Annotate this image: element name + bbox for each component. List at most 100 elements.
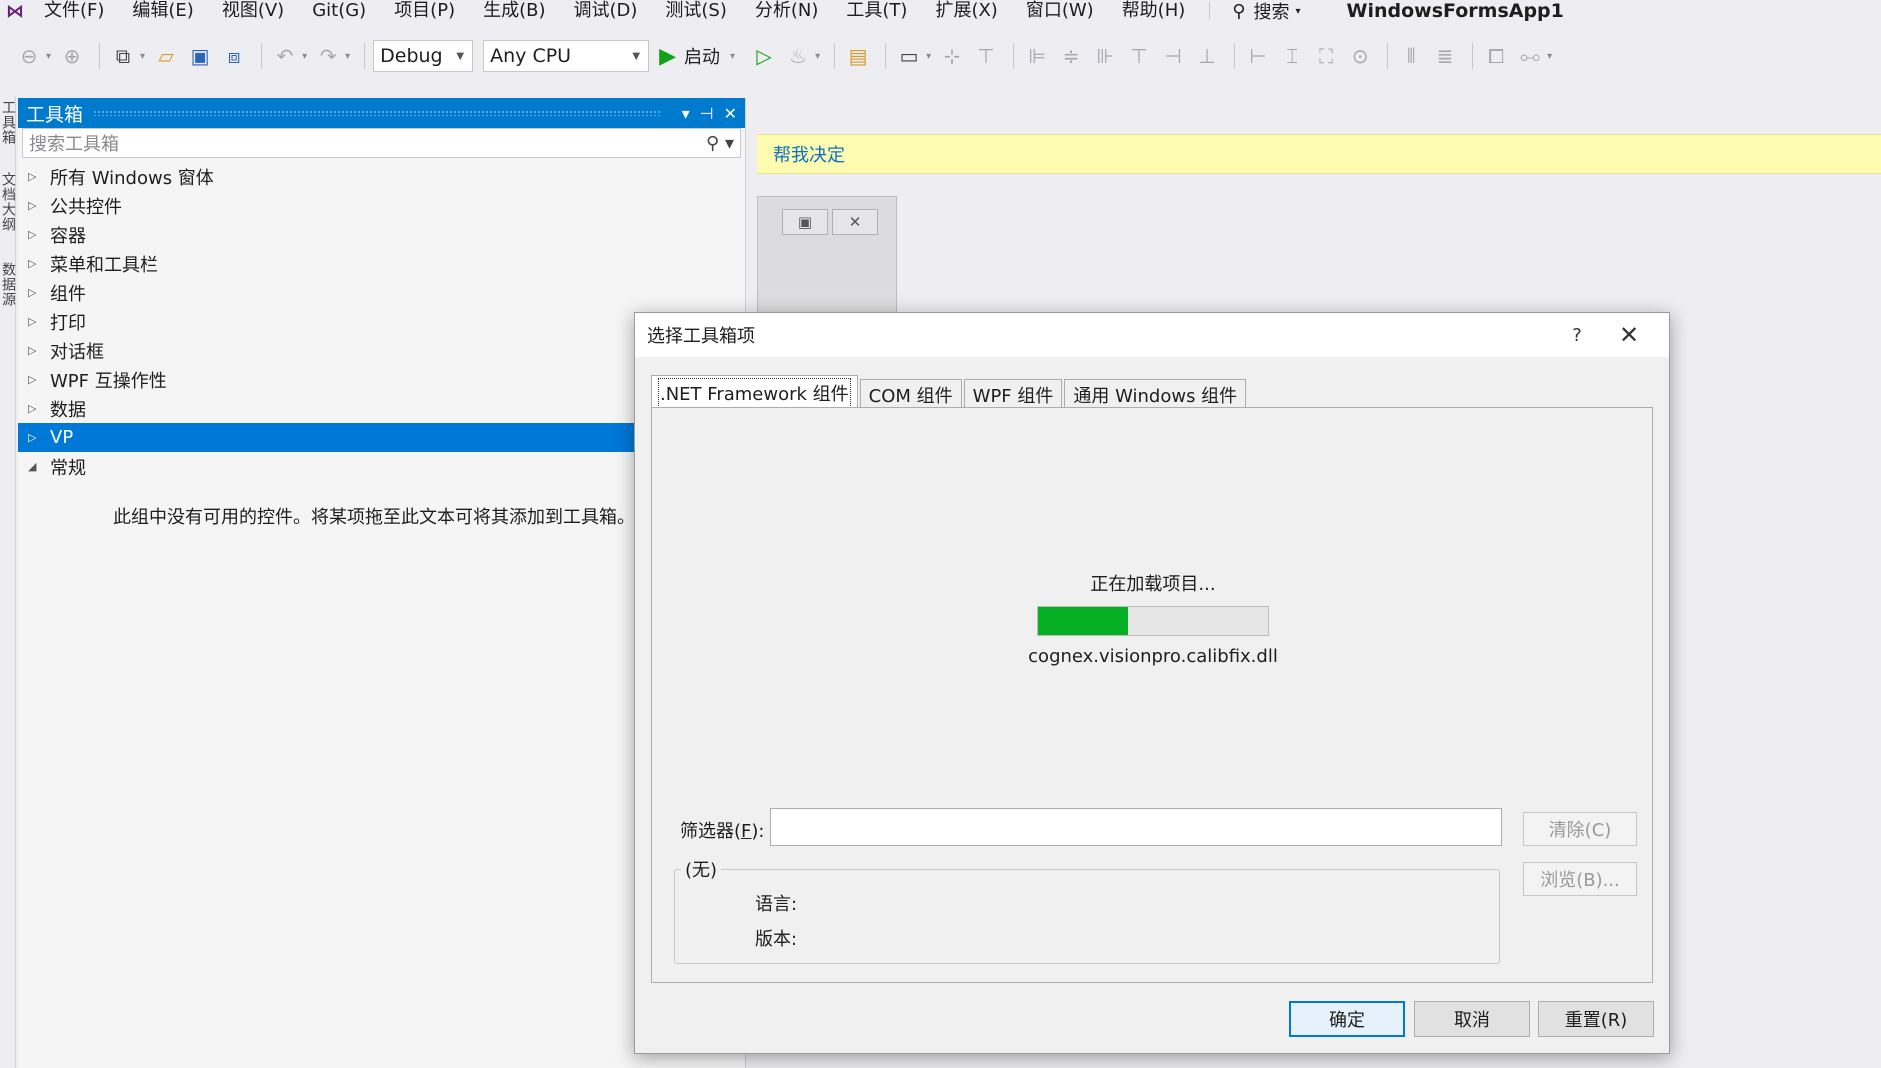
toolbar-overflow-icon[interactable]: ▾ [1547,51,1552,62]
expand-icon[interactable]: ▷ [28,170,42,183]
expand-icon[interactable]: ▷ [28,344,42,357]
menu-item[interactable]: 工具(T) [832,1,921,21]
browse-button[interactable]: 浏览(B)... [1523,862,1637,896]
align-top-icon[interactable]: ⊤ [1124,41,1154,71]
start-without-debugging-icon[interactable]: ▷ [749,41,779,71]
toolbox-group[interactable]: ▷ 容器 [18,220,745,249]
align-to-grid-icon[interactable]: ⊤ [971,41,1001,71]
navigate-back-icon[interactable]: ⊖ [14,41,44,71]
dialog-tab[interactable]: COM 组件 [859,379,962,409]
filter-input[interactable] [770,808,1502,846]
expand-icon[interactable]: ▷ [28,402,42,415]
open-folder-icon[interactable]: ▱ [151,41,181,71]
hot-reload-icon[interactable]: ♨ [783,41,813,71]
vertical-spacing-icon[interactable]: ≣ [1430,41,1460,71]
menu-item[interactable]: Git(G) [298,1,380,21]
toolbox-group-label: 对话框 [50,341,104,363]
close-icon[interactable]: ✕ [1601,321,1657,349]
window-layout-icon[interactable]: ▭ [894,41,924,71]
start-button[interactable]: ▶ 启动 ▾ [659,43,741,69]
menu-item[interactable]: 视图(V) [208,1,298,21]
menu-item[interactable]: 编辑(E) [118,1,207,21]
toolbox-group-label: 常规 [50,457,86,479]
align-bottom-icon[interactable]: ⊥ [1192,41,1222,71]
chevron-down-icon[interactable]: ▾ [730,51,735,62]
expand-icon[interactable]: ▷ [28,431,42,444]
save-all-icon[interactable]: ⧈ [219,41,249,71]
titlebar-grip[interactable] [93,110,662,116]
dialog-tab[interactable]: 通用 Windows 组件 [1064,379,1247,409]
align-left-icon[interactable]: ⊫ [1022,41,1052,71]
expand-icon[interactable]: ▷ [28,199,42,212]
chevron-down-icon[interactable]: ▾ [302,51,307,62]
menu-item[interactable]: 分析(N) [741,1,833,21]
toolbox-search-input[interactable]: 搜索工具箱 ⚲ ▾ [22,128,741,158]
size-to-grid-icon[interactable]: ⛶ [1311,41,1341,71]
chevron-down-icon[interactable]: ▾ [815,51,820,62]
ok-button[interactable]: 确定 [1289,1001,1405,1037]
align-right-icon[interactable]: ⊪ [1090,41,1120,71]
menu-item[interactable]: 窗口(W) [1012,1,1108,21]
search-box[interactable]: ⚲ 搜索 ▾ [1220,0,1312,24]
expand-icon[interactable]: ▷ [28,373,42,386]
side-tab-data-sources[interactable]: 数据源 [0,262,16,307]
new-project-icon[interactable]: ⧉ [108,41,138,71]
clear-button[interactable]: 清除(C) [1523,812,1637,846]
navigate-forward-icon[interactable]: ⊕ [57,41,87,71]
save-icon[interactable]: ▣ [185,41,215,71]
undo-icon[interactable]: ↶ [270,41,300,71]
make-same-width-icon[interactable]: ⊢ [1243,41,1273,71]
toolbox-group[interactable]: ▷ 组件 [18,278,745,307]
configuration-select[interactable]: Debug ▼ [373,40,474,72]
form-designer-preview[interactable]: ▣ ✕ [757,196,897,316]
search-icon[interactable]: ⚲ ▾ [706,133,734,154]
dialog-tab[interactable]: WPF 组件 [963,379,1063,409]
toolbar-separator [1013,43,1015,69]
toolbox-group[interactable]: ▷ 菜单和工具栏 [18,249,745,278]
expand-icon[interactable]: ▷ [28,228,42,241]
menu-item[interactable]: 测试(S) [651,1,740,21]
toolbar-separator [1234,43,1236,69]
toolbox-title: 工具箱 [26,103,84,126]
platform-select[interactable]: Any CPU ▼ [483,40,650,72]
toolbox-group[interactable]: ▷ 所有 Windows 窗体 [18,162,745,191]
grid-align-icon[interactable]: ⊹ [937,41,967,71]
menu-item[interactable]: 调试(D) [560,1,652,21]
send-to-back-icon[interactable]: ⧟ [1515,41,1545,71]
help-button[interactable]: ? [1553,325,1601,346]
visual-studio-logo-icon[interactable]: ⋈ [0,0,30,22]
make-same-height-icon[interactable]: ⌶ [1277,41,1307,71]
chevron-down-icon[interactable]: ▾ [46,51,51,62]
menu-item[interactable]: 帮助(H) [1108,1,1200,21]
expand-icon[interactable]: ▷ [28,315,42,328]
bring-to-front-icon[interactable]: ⧠ [1481,41,1511,71]
close-icon[interactable]: ✕ [724,104,737,123]
window-position-dropdown-icon[interactable]: ▾ [682,104,690,123]
zoom-icon[interactable]: ⊙ [1345,41,1375,71]
chevron-down-icon[interactable]: ▾ [926,51,931,62]
menu-item[interactable]: 文件(F) [30,1,118,21]
help-me-decide-link[interactable]: 帮我决定 [773,141,845,167]
expand-icon[interactable]: ▷ [28,257,42,270]
pin-icon[interactable]: ⊣ [700,104,714,123]
reset-button[interactable]: 重置(R) [1538,1001,1654,1037]
chevron-down-icon[interactable]: ▾ [345,51,350,62]
side-tab-toolbox[interactable]: 工具箱 [0,100,16,145]
redo-icon[interactable]: ↷ [313,41,343,71]
menu-item[interactable]: 扩展(X) [921,1,1011,21]
toolbox-group[interactable]: ▷ 公共控件 [18,191,745,220]
horizontal-spacing-icon[interactable]: ⫴ [1396,41,1426,71]
dialog-tab[interactable]: .NET Framework 组件 [651,375,858,409]
cancel-button[interactable]: 取消 [1414,1001,1530,1037]
collapse-icon[interactable]: ◢ [28,460,42,473]
maximize-icon[interactable]: ▣ [782,209,828,235]
expand-icon[interactable]: ▷ [28,286,42,299]
menu-item[interactable]: 项目(P) [380,1,469,21]
menu-item[interactable]: 生成(B) [469,1,559,21]
solution-explorer-icon[interactable]: ▤ [843,41,873,71]
side-tab-document-outline[interactable]: 文档大纲 [0,172,16,232]
close-icon[interactable]: ✕ [832,209,878,235]
align-middle-icon[interactable]: ⊣ [1158,41,1188,71]
chevron-down-icon[interactable]: ▾ [140,51,145,62]
align-center-icon[interactable]: ≑ [1056,41,1086,71]
